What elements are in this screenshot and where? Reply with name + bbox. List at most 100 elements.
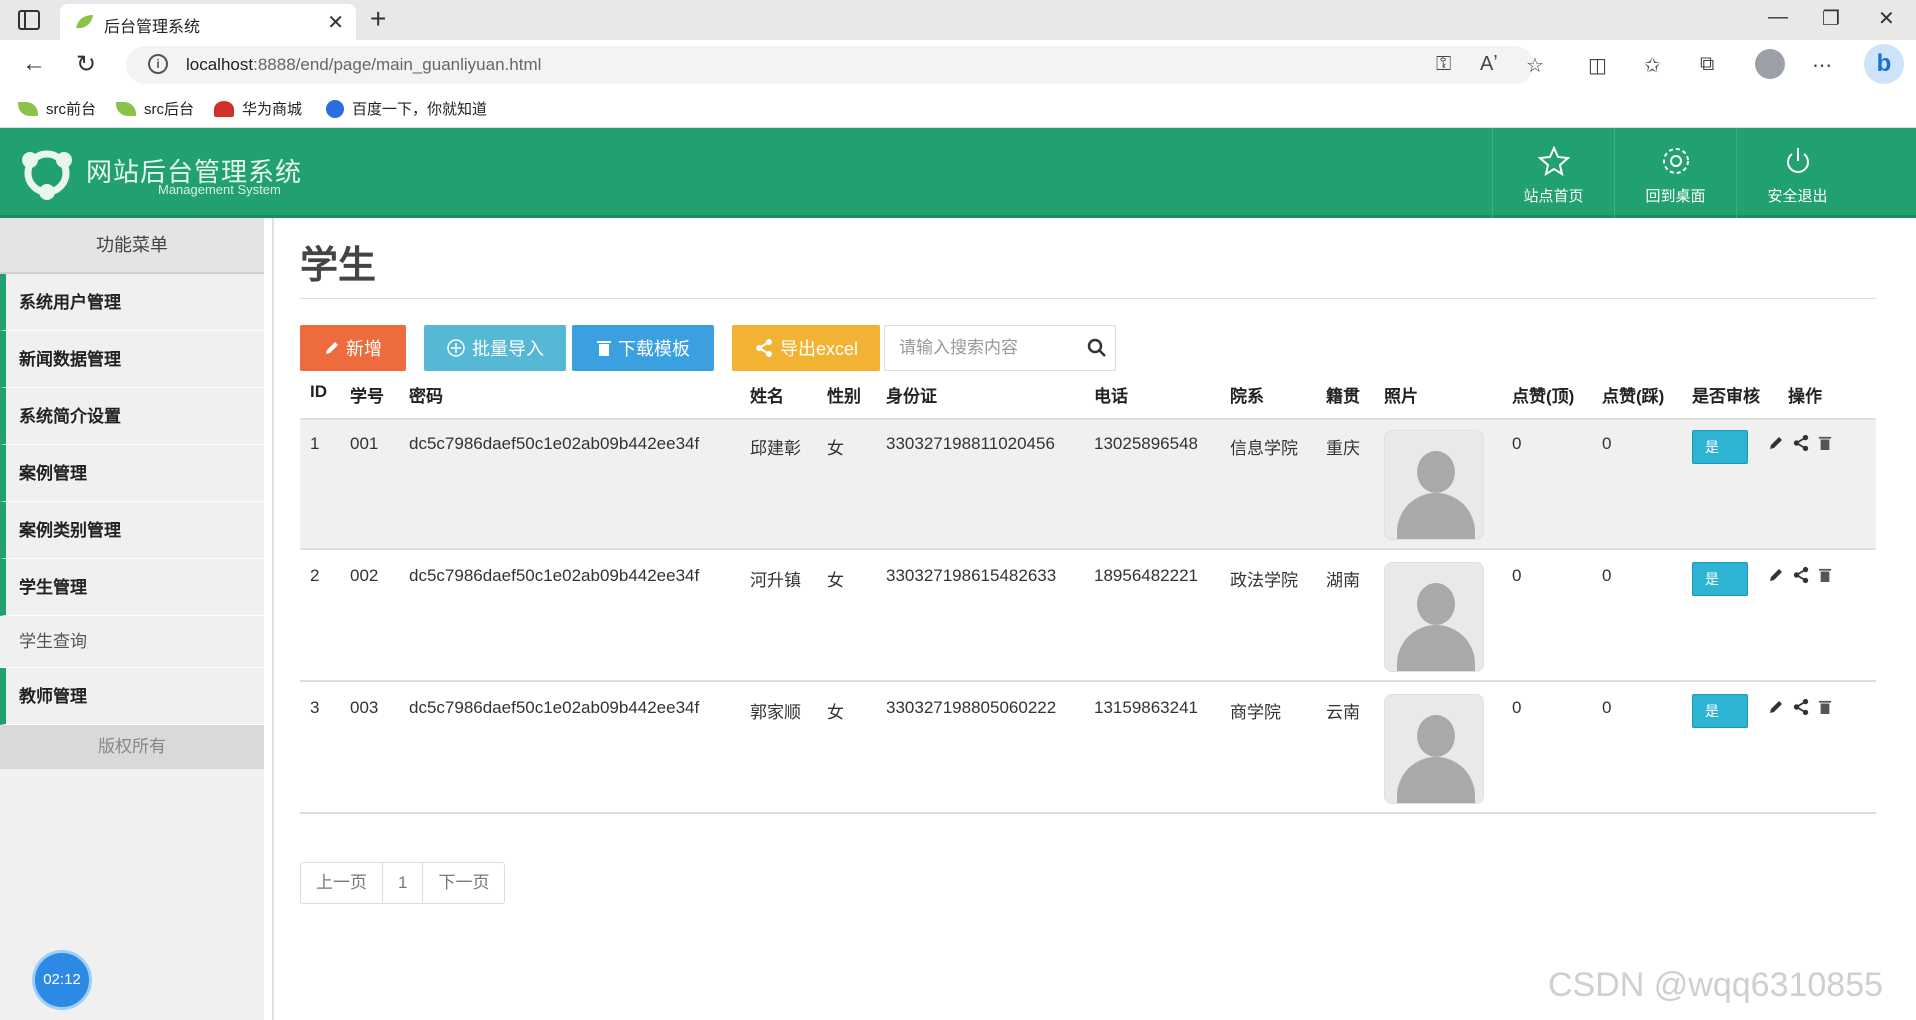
- prev-page-button[interactable]: 上一页: [301, 863, 383, 903]
- col-photo: 照片: [1384, 387, 1418, 406]
- site-info-icon[interactable]: i: [148, 54, 168, 74]
- sidebar-item-system-users[interactable]: 系统用户管理: [0, 274, 264, 331]
- logout-button[interactable]: 安全退出: [1736, 128, 1858, 218]
- sidebar-item-news-data[interactable]: 新闻数据管理: [0, 331, 264, 388]
- search-icon[interactable]: [1087, 338, 1107, 358]
- cell-id: 3: [310, 698, 320, 717]
- audit-badge[interactable]: 是: [1692, 694, 1748, 728]
- cell-password: dc5c7986daef50c1e02ab09b442ee34f: [409, 698, 700, 717]
- share-icon[interactable]: [1792, 698, 1810, 716]
- sidebar-item-cases[interactable]: 案例管理: [0, 445, 264, 502]
- sidebar-item-case-categories[interactable]: 案例类别管理: [0, 502, 264, 559]
- share-icon[interactable]: [1792, 566, 1810, 584]
- bookmark-src-back[interactable]: src后台: [116, 98, 194, 119]
- bookmark-label: src前台: [46, 101, 96, 118]
- sidebar-subitem-student-query[interactable]: 学生查询: [0, 616, 264, 668]
- cell-origin: 云南: [1326, 703, 1360, 722]
- col-actions: 操作: [1788, 387, 1822, 406]
- cell-idcard: 330327198811020456: [886, 434, 1055, 453]
- edit-icon[interactable]: [1768, 699, 1784, 715]
- share-icon[interactable]: [1792, 434, 1810, 452]
- share-icon: [755, 339, 772, 357]
- search-input[interactable]: [885, 326, 1075, 370]
- table-row: 3 003 dc5c7986daef50c1e02ab09b442ee34f 郭…: [300, 684, 1876, 814]
- col-likes-up: 点赞(顶): [1512, 387, 1575, 406]
- col-dept: 院系: [1230, 387, 1264, 406]
- cell-phone: 18956482221: [1094, 566, 1199, 585]
- export-excel-button[interactable]: 导出excel: [732, 325, 880, 371]
- bookmark-baidu[interactable]: 百度一下，你就知道: [326, 98, 487, 119]
- split-screen-icon[interactable]: ◫: [1588, 53, 1607, 78]
- edit-icon[interactable]: [1768, 567, 1784, 583]
- sidebar-item-teachers[interactable]: 教师管理: [0, 668, 264, 725]
- cell-id: 1: [310, 434, 320, 453]
- reload-icon[interactable]: ↻: [76, 50, 96, 79]
- baidu-paw-icon: [326, 99, 344, 118]
- download-template-button[interactable]: 下载模板: [572, 325, 714, 371]
- restore-icon[interactable]: ❐: [1822, 6, 1840, 31]
- gear-icon: [1662, 148, 1689, 174]
- audit-badge[interactable]: 是: [1692, 430, 1748, 464]
- bookmarks-bar: src前台 src后台 华为商城 百度一下，你就知道: [0, 90, 1916, 128]
- profile-avatar[interactable]: [1755, 49, 1785, 79]
- bookmark-src-front[interactable]: src前台: [18, 98, 96, 119]
- delete-icon[interactable]: [1818, 435, 1832, 451]
- page-number-button[interactable]: 1: [383, 863, 424, 903]
- url-text: localhost:8888/end/page/main_guanliyuan.…: [186, 55, 541, 75]
- bing-copilot-icon[interactable]: b: [1864, 44, 1904, 84]
- back-to-desktop-button[interactable]: 回到桌面: [1614, 128, 1736, 218]
- delete-icon[interactable]: [1818, 699, 1832, 715]
- avatar-body: [1397, 625, 1475, 671]
- read-aloud-icon[interactable]: Aʼ: [1480, 53, 1498, 76]
- leaf-icon: [18, 101, 38, 116]
- batch-import-button[interactable]: 批量导入: [424, 325, 566, 371]
- add-button[interactable]: 新增: [300, 325, 406, 371]
- row-actions: [1768, 566, 1832, 584]
- export-excel-label: 导出excel: [779, 339, 859, 359]
- close-window-icon[interactable]: ✕: [1878, 6, 1895, 31]
- cell-dept: 政法学院: [1230, 571, 1298, 590]
- col-id: ID: [310, 382, 327, 401]
- timer-badge[interactable]: 02:12: [32, 950, 92, 1010]
- add-favorite-icon[interactable]: ☆: [1526, 53, 1544, 78]
- cell-likes-down: 0: [1602, 566, 1612, 585]
- browser-tab[interactable]: 后台管理系统 ✕: [60, 4, 356, 40]
- edit-icon[interactable]: [1768, 435, 1784, 451]
- audit-badge[interactable]: 是: [1692, 562, 1748, 596]
- leaf-icon: [116, 101, 136, 116]
- cell-sex: 女: [827, 571, 844, 590]
- batch-import-label: 批量导入: [472, 339, 544, 359]
- close-tab-icon[interactable]: ✕: [327, 10, 344, 35]
- tab-actions-icon[interactable]: [18, 10, 40, 30]
- sidebar-item-system-intro[interactable]: 系统简介设置: [0, 388, 264, 445]
- cell-name: 河升镇: [750, 571, 801, 590]
- next-page-button[interactable]: 下一页: [423, 863, 504, 903]
- cell-sex: 女: [827, 439, 844, 458]
- new-tab-icon[interactable]: +: [370, 3, 386, 35]
- more-menu-icon[interactable]: ⋯: [1812, 53, 1832, 78]
- page-title: 学生: [300, 245, 377, 287]
- site-home-button[interactable]: 站点首页: [1492, 128, 1614, 218]
- avatar-head: [1417, 583, 1455, 625]
- cell-likes-down: 0: [1602, 434, 1612, 453]
- site-home-label: 站点首页: [1523, 188, 1584, 205]
- sidebar-item-students[interactable]: 学生管理: [0, 559, 264, 616]
- url-path: :8888/end/page/main_guanliyuan.html: [253, 55, 542, 74]
- sidebar: 功能菜单 系统用户管理 新闻数据管理 系统简介设置 案例管理 案例类别管理 学生…: [0, 218, 264, 1020]
- col-likes-down: 点赞(踩): [1602, 387, 1665, 406]
- avatar-body: [1397, 757, 1475, 803]
- bookmark-label: 百度一下，你就知道: [352, 101, 488, 118]
- back-icon[interactable]: ←: [22, 50, 46, 78]
- cell-phone: 13159863241: [1094, 698, 1199, 717]
- bookmark-huawei[interactable]: 华为商城: [214, 98, 302, 119]
- minimize-icon[interactable]: —: [1768, 6, 1788, 29]
- url-field[interactable]: i localhost:8888/end/page/main_guanliyua…: [126, 46, 1534, 84]
- key-icon[interactable]: ⚿: [1436, 53, 1451, 76]
- cell-likes-up: 0: [1512, 698, 1522, 717]
- collections-icon[interactable]: ⧉: [1700, 53, 1714, 76]
- sidebar-footer: 版权所有: [0, 725, 264, 769]
- favorites-icon[interactable]: ✩: [1644, 53, 1661, 78]
- col-password: 密码: [409, 387, 443, 406]
- delete-icon[interactable]: [1818, 567, 1832, 583]
- tab-title: 后台管理系统: [104, 19, 201, 36]
